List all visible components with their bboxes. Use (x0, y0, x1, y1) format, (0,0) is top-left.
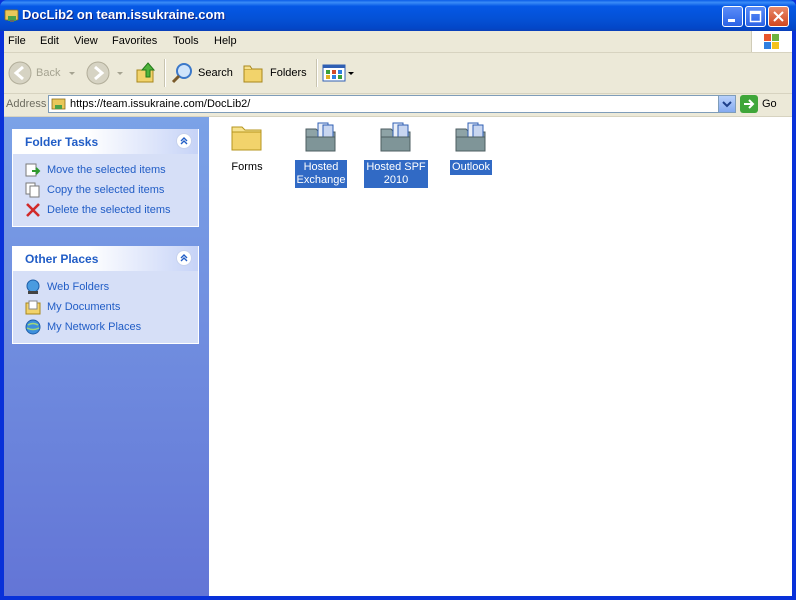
toolbar-separator (164, 59, 166, 87)
folders-icon (243, 65, 263, 83)
folder-name-line2: Exchange (296, 174, 346, 186)
web-folder-icon (51, 98, 66, 110)
menu-edit[interactable]: Edit (40, 35, 59, 47)
address-dropdown-button[interactable] (718, 96, 735, 112)
folder-network-icon (4, 9, 19, 22)
other-places-header[interactable]: Other Places (13, 246, 198, 271)
folder-tasks-header[interactable]: Folder Tasks (13, 129, 198, 154)
dropdown-arrow-icon (69, 72, 76, 75)
folder-name: Forms (231, 161, 263, 173)
go-label: Go (762, 98, 777, 110)
place-label: Web Folders (47, 281, 110, 293)
menu-help[interactable]: Help (214, 35, 237, 47)
chevron-up-double-icon (180, 254, 188, 262)
dropdown-arrow-icon (117, 72, 123, 75)
web-folders-link[interactable]: Web Folders (25, 277, 198, 297)
forward-arrow-icon (86, 61, 110, 85)
up-button[interactable] (134, 59, 158, 87)
address-field[interactable] (48, 95, 736, 113)
task-label: Copy the selected items (47, 184, 165, 196)
menu-tools[interactable]: Tools (173, 35, 199, 47)
window-frame-right (792, 31, 796, 600)
folder-item[interactable]: Outlook (439, 117, 503, 175)
toolbar-separator (316, 59, 318, 87)
standard-toolbar: Back Search Folders (4, 53, 792, 94)
folder-up-icon (136, 62, 156, 83)
folders-button[interactable]: Folders (242, 59, 307, 87)
search-label: Search (198, 67, 233, 79)
window-title: DocLib2 on team.issukraine.com (22, 7, 226, 22)
search-button[interactable]: Search (170, 59, 233, 87)
dropdown-arrow-icon (348, 72, 354, 75)
copy-icon (25, 182, 40, 198)
copy-items-task[interactable]: Copy the selected items (25, 180, 198, 200)
close-button[interactable] (768, 6, 789, 27)
folder-tasks-title: Folder Tasks (25, 135, 99, 149)
maximize-icon (749, 10, 762, 23)
folders-label: Folders (270, 67, 307, 79)
other-places-panel: Other Places Web Folders My Documents My… (12, 246, 199, 344)
address-label: Address (6, 98, 47, 110)
other-places-title: Other Places (25, 252, 99, 266)
go-button[interactable]: Go (740, 95, 777, 113)
web-folder-icon (455, 122, 486, 152)
explorer-window: DocLib2 on team.issukraine.com File Edit… (0, 0, 796, 600)
web-folder-icon (380, 122, 411, 152)
menu-favorites[interactable]: Favorites (112, 35, 157, 47)
address-bar: Address Go (4, 94, 792, 117)
menu-bar: File Edit View Favorites Tools Help (4, 31, 792, 53)
network-places-icon (25, 319, 41, 335)
folder-name: Hosted Exchange (294, 160, 348, 188)
minimize-icon (728, 19, 735, 22)
web-folder-icon (305, 122, 336, 152)
folder-name: Hosted SPF 2010 (364, 160, 428, 188)
place-label: My Documents (47, 301, 121, 313)
views-button[interactable] (322, 59, 356, 87)
views-icon (322, 64, 346, 82)
folder-name-line2: 2010 (383, 174, 409, 186)
folder-item[interactable]: Hosted Exchange (289, 117, 353, 188)
folder-item[interactable]: Hosted SPF 2010 (364, 117, 428, 188)
maximize-button[interactable] (745, 6, 766, 27)
title-bar[interactable]: DocLib2 on team.issukraine.com (0, 0, 796, 31)
folder-name-line1: Hosted SPF (366, 161, 426, 173)
chevron-down-icon (722, 101, 732, 108)
back-arrow-icon (8, 61, 32, 85)
minimize-button[interactable] (722, 6, 743, 27)
menu-file[interactable]: File (8, 35, 26, 47)
move-items-task[interactable]: Move the selected items (25, 160, 198, 180)
close-icon (773, 11, 784, 22)
windows-flag-icon (764, 34, 779, 49)
web-folders-icon (26, 279, 40, 294)
delete-icon (26, 203, 40, 217)
place-label: My Network Places (47, 321, 142, 333)
folder-view[interactable]: Forms Hosted Exchange Hosted SPF 2010 Ou… (209, 117, 792, 596)
folder-tasks-panel: Folder Tasks Move the selected items Cop… (12, 129, 199, 227)
go-arrow-icon (740, 95, 758, 113)
task-label: Move the selected items (47, 164, 166, 176)
task-pane: Folder Tasks Move the selected items Cop… (4, 117, 209, 596)
folder-name-line1: Hosted (303, 161, 339, 173)
move-icon (25, 163, 41, 177)
menu-view[interactable]: View (74, 35, 98, 47)
collapse-button[interactable] (176, 133, 192, 149)
back-label: Back (36, 67, 61, 79)
folder-name: Outlook (450, 160, 492, 175)
address-input[interactable] (70, 97, 710, 111)
window-frame-bottom (0, 596, 796, 600)
collapse-button[interactable] (176, 250, 192, 266)
task-label: Delete the selected items (47, 204, 171, 216)
my-network-places-link[interactable]: My Network Places (25, 317, 198, 337)
folder-icon (231, 126, 262, 151)
folder-item[interactable]: Forms (215, 117, 279, 175)
windows-logo (751, 31, 792, 52)
back-button[interactable]: Back (8, 59, 78, 87)
delete-items-task[interactable]: Delete the selected items (25, 200, 198, 220)
my-documents-link[interactable]: My Documents (25, 297, 198, 317)
forward-button[interactable] (86, 59, 126, 87)
chevron-up-double-icon (180, 137, 188, 145)
search-icon (171, 63, 192, 84)
my-documents-icon (25, 300, 41, 315)
